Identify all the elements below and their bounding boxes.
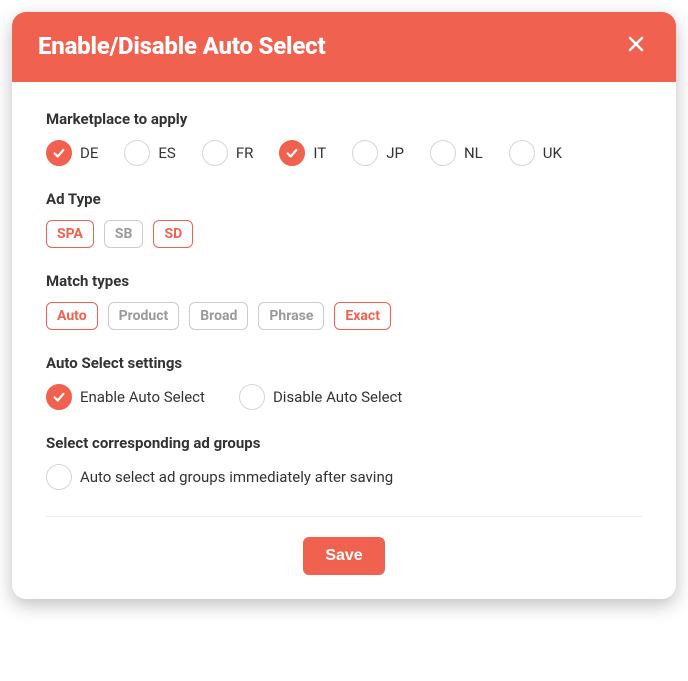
save-button[interactable]: Save bbox=[303, 537, 384, 575]
marketplace-option-label: ES bbox=[158, 144, 175, 162]
radio-icon bbox=[509, 140, 535, 166]
radio-icon bbox=[124, 140, 150, 166]
marketplace-option-label: IT bbox=[313, 144, 326, 162]
auto-select-options: Enable Auto Select Disable Auto Select bbox=[46, 384, 642, 410]
match-type-chip-auto[interactable]: Auto bbox=[46, 302, 98, 330]
marketplace-option-uk[interactable]: UK bbox=[509, 140, 562, 166]
disable-auto-select-label: Disable Auto Select bbox=[273, 388, 402, 406]
marketplace-option-fr[interactable]: FR bbox=[202, 140, 254, 166]
ad-groups-checkbox-label: Auto select ad groups immediately after … bbox=[80, 468, 393, 486]
radio-icon bbox=[202, 140, 228, 166]
marketplace-option-label: FR bbox=[236, 144, 254, 162]
modal-header: Enable/Disable Auto Select bbox=[12, 12, 676, 82]
marketplace-option-it[interactable]: IT bbox=[279, 140, 326, 166]
match-types-options: Auto Product Broad Phrase Exact bbox=[46, 302, 642, 330]
marketplace-option-label: JP bbox=[386, 144, 404, 162]
match-types-label: Match types bbox=[46, 272, 642, 290]
marketplace-option-label: UK bbox=[543, 144, 562, 162]
ad-groups-section: Select corresponding ad groups Auto sele… bbox=[46, 434, 642, 490]
ad-groups-label: Select corresponding ad groups bbox=[46, 434, 642, 452]
marketplace-option-jp[interactable]: JP bbox=[352, 140, 404, 166]
ad-type-label: Ad Type bbox=[46, 190, 642, 208]
match-type-chip-phrase[interactable]: Phrase bbox=[258, 302, 324, 330]
auto-select-label: Auto Select settings bbox=[46, 354, 642, 372]
match-types-section: Match types Auto Product Broad Phrase Exact bbox=[46, 272, 642, 330]
enable-auto-select-radio[interactable]: Enable Auto Select bbox=[46, 384, 205, 410]
ad-groups-checkbox[interactable]: Auto select ad groups immediately after … bbox=[46, 464, 642, 490]
radio-icon bbox=[430, 140, 456, 166]
close-button[interactable] bbox=[622, 32, 650, 60]
marketplace-option-nl[interactable]: NL bbox=[430, 140, 483, 166]
radio-icon bbox=[352, 140, 378, 166]
checkbox-icon bbox=[46, 464, 72, 490]
ad-type-section: Ad Type SPA SB SD bbox=[46, 190, 642, 248]
ad-type-options: SPA SB SD bbox=[46, 220, 642, 248]
close-icon bbox=[628, 36, 644, 56]
check-icon bbox=[46, 384, 72, 410]
modal-footer: Save bbox=[46, 537, 642, 575]
check-icon bbox=[279, 140, 305, 166]
match-type-chip-broad[interactable]: Broad bbox=[189, 302, 248, 330]
modal-body: Marketplace to apply DE ES FR IT JP NL UK Ad T… bbox=[12, 82, 676, 599]
disable-auto-select-radio[interactable]: Disable Auto Select bbox=[239, 384, 402, 410]
modal-title: Enable/Disable Auto Select bbox=[38, 32, 325, 60]
radio-icon bbox=[239, 384, 265, 410]
match-type-chip-exact[interactable]: Exact bbox=[334, 302, 391, 330]
marketplace-options: DE ES FR IT JP NL UK bbox=[46, 140, 642, 166]
auto-select-modal: Enable/Disable Auto Select Marketplace t… bbox=[12, 12, 676, 599]
ad-type-chip-spa[interactable]: SPA bbox=[46, 220, 94, 248]
enable-auto-select-label: Enable Auto Select bbox=[80, 388, 205, 406]
marketplace-option-es[interactable]: ES bbox=[124, 140, 175, 166]
ad-type-chip-sb[interactable]: SB bbox=[104, 220, 144, 248]
divider bbox=[46, 516, 642, 517]
marketplace-option-label: DE bbox=[80, 144, 98, 162]
check-icon bbox=[46, 140, 72, 166]
ad-type-chip-sd[interactable]: SD bbox=[153, 220, 193, 248]
marketplace-label: Marketplace to apply bbox=[46, 110, 642, 128]
marketplace-option-de[interactable]: DE bbox=[46, 140, 98, 166]
match-type-chip-product[interactable]: Product bbox=[108, 302, 180, 330]
auto-select-section: Auto Select settings Enable Auto Select … bbox=[46, 354, 642, 410]
marketplace-option-label: NL bbox=[464, 144, 483, 162]
marketplace-section: Marketplace to apply DE ES FR IT JP NL UK bbox=[46, 110, 642, 166]
